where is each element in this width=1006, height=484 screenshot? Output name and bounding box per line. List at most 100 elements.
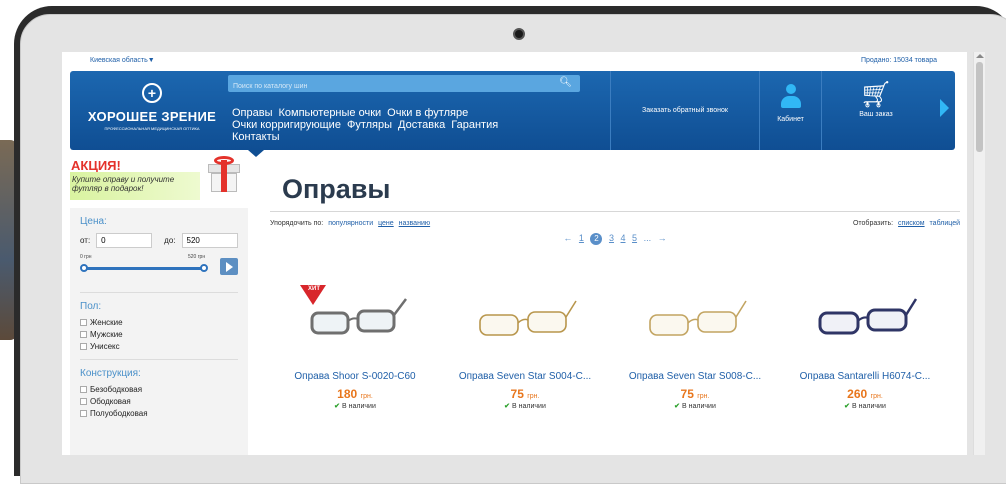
hit-badge-label: ХИТ [308, 286, 320, 292]
construction-option-full-rim[interactable]: Ободковая [80, 397, 238, 406]
pager-page-3[interactable]: 3 [609, 233, 614, 243]
construction-option-rimless[interactable]: Безободковая [80, 385, 238, 394]
slider-max-label: 520 грн [188, 254, 206, 260]
product-image[interactable] [810, 285, 920, 355]
checkbox[interactable] [80, 319, 87, 326]
product-card[interactable]: ХИТ Оправа Shoor S-0020-C60 180 грн. ✔ В … [270, 285, 440, 410]
region-selector[interactable]: Киевская область▼ [90, 57, 155, 64]
pager-next-arrow[interactable]: → [658, 233, 667, 243]
header-next-arrow-icon[interactable] [940, 99, 949, 117]
slider-min-handle[interactable] [80, 264, 88, 272]
site-header: + ХОРОШЕЕ ЗРЕНИЕ ПРОФЕССИОНАЛЬНАЯ МЕДИЦИ… [70, 71, 955, 157]
product-card[interactable]: Оправа Santarelli H6074-C... 260 грн. ✔ В… [780, 285, 950, 410]
nav-item-warranty[interactable]: Гарантия [451, 119, 498, 131]
search-input[interactable] [228, 78, 548, 95]
logo-cross-icon: + [142, 83, 162, 103]
title-divider [270, 211, 960, 212]
checkbox[interactable] [80, 343, 87, 350]
nav-item-delivery[interactable]: Доставка [398, 119, 445, 131]
construction-option-semi-rim[interactable]: Полуободковая [80, 409, 238, 418]
nav-item-frames[interactable]: Оправы [232, 107, 273, 119]
apply-price-play-icon[interactable] [220, 258, 238, 275]
price-from-input[interactable] [96, 233, 153, 248]
sort-bar: Упорядочить по: популярности цене назван… [270, 217, 960, 233]
sort-name[interactable]: названию [399, 220, 430, 227]
cart-icon: 🛒︎ [859, 79, 893, 109]
nav-active-pointer [248, 150, 264, 157]
product-name[interactable]: Оправа Santarelli H6074-C... [780, 371, 950, 382]
product-grid: ХИТ Оправа Shoor S-0020-C60 180 грн. ✔ В … [270, 285, 960, 445]
site-logo[interactable]: + ХОРОШЕЕ ЗРЕНИЕ ПРОФЕССИОНАЛЬНАЯ МЕДИЦИ… [82, 83, 222, 131]
slider-track[interactable] [82, 267, 204, 270]
construction-filter: Конструкция: Безободковая Ободковая Полу… [70, 360, 248, 418]
slider-min-label: 0 грн [80, 254, 92, 260]
cart-button[interactable]: 🛒︎ Ваш заказ [822, 71, 930, 150]
promo-banner[interactable]: АКЦИЯ! Купите оправу и получите футляр в… [70, 150, 248, 208]
gender-option-unisex[interactable]: Унисекс [80, 342, 238, 351]
slider-max-handle[interactable] [200, 264, 208, 272]
product-name[interactable]: Оправа Seven Star S004-C... [440, 371, 610, 382]
display-label: Отобразить: [852, 220, 894, 227]
glasses-frame-image [818, 298, 918, 335]
filter-sidebar: АКЦИЯ! Купите оправу и получите футляр в… [70, 150, 248, 455]
product-image[interactable] [470, 285, 580, 355]
pager-page-4[interactable]: 4 [621, 233, 626, 243]
product-image[interactable]: ХИТ [300, 285, 410, 355]
gender-option-male[interactable]: Мужские [80, 330, 238, 339]
stock-status: ✔ В наличии [844, 403, 886, 410]
gender-option-female[interactable]: Женские [80, 318, 238, 327]
pager-page-5[interactable]: 5 [632, 233, 637, 243]
stock-status: ✔ В наличии [674, 403, 716, 410]
checkbox[interactable] [80, 331, 87, 338]
stock-status: ✔ В наличии [504, 403, 546, 410]
pager-page-1[interactable]: 1 [579, 233, 584, 243]
checkbox[interactable] [80, 386, 87, 393]
cart-label: Ваш заказ [859, 111, 893, 118]
search-icon[interactable]: 🔍︎ [559, 77, 572, 88]
price-to-input[interactable] [181, 233, 238, 248]
checkbox[interactable] [80, 398, 87, 405]
glasses-frame-image [479, 300, 577, 336]
cabinet-button[interactable]: Кабинет [760, 71, 822, 150]
display-list[interactable]: списком [898, 220, 925, 227]
nav-item-cases[interactable]: Футляры [347, 119, 392, 131]
product-name[interactable]: Оправа Seven Star S008-C... [610, 371, 780, 382]
pagination: ← 1 2 3 4 5 ... → [270, 233, 960, 245]
pager-prev-arrow[interactable]: ← [563, 233, 572, 243]
display-table[interactable]: таблицей [930, 220, 960, 227]
callback-button[interactable]: Заказать обратный звонок [610, 71, 760, 150]
user-icon [778, 84, 804, 110]
product-name[interactable]: Оправа Shoor S-0020-C60 [270, 371, 440, 382]
promo-title: АКЦИЯ! [71, 158, 121, 173]
price-slider: 0 грн 520 грн [80, 254, 238, 282]
product-image[interactable] [640, 285, 750, 355]
sort-price[interactable]: цене [378, 220, 394, 227]
product-card[interactable]: Оправа Seven Star S008-C... 75 грн. ✔ В н… [610, 285, 780, 410]
page-scrollbar[interactable] [973, 52, 985, 455]
search-bar: 🔍︎ [228, 75, 580, 95]
price-heading: Цена: [80, 216, 107, 227]
scroll-up-icon[interactable] [976, 54, 984, 58]
nav-item-corrective-glasses[interactable]: Очки корригирующие [232, 119, 341, 131]
laptop-camera [513, 28, 525, 40]
checkbox[interactable] [80, 410, 87, 417]
product-price: 75 грн. [510, 387, 540, 401]
gender-filter: Пол: Женские Мужские Унисекс [70, 293, 248, 360]
sold-counter: Продано: 15034 товара [860, 57, 937, 64]
sort-popularity[interactable]: популярности [328, 220, 373, 227]
nav-item-contacts[interactable]: Контакты [232, 131, 280, 143]
stock-status: ✔ В наличии [334, 403, 376, 410]
catalog-main: Оправы Упорядочить по: популярности цене… [270, 150, 960, 445]
construction-heading: Конструкция: [80, 368, 141, 379]
product-card[interactable]: Оправа Seven Star S004-C... 75 грн. ✔ В н… [440, 285, 610, 410]
nav-item-computer-glasses[interactable]: Компьютерные очки [279, 107, 382, 119]
gift-box-icon [208, 156, 240, 192]
cabinet-label: Кабинет [777, 116, 804, 123]
promo-text: Купите оправу и получите футляр в подаро… [70, 172, 200, 200]
laptop-screen: Киевская область▼ Продано: 15034 товара … [62, 52, 967, 455]
pager-page-current: 2 [590, 233, 603, 245]
checkmark-icon: ✔ [334, 403, 341, 410]
logo-tagline: ПРОФЕССИОНАЛЬНАЯ МЕДИЦИНСКАЯ ОПТИКА [104, 126, 200, 131]
scrollbar-thumb[interactable] [976, 62, 983, 152]
nav-item-glasses-in-case[interactable]: Очки в футляре [387, 107, 468, 119]
